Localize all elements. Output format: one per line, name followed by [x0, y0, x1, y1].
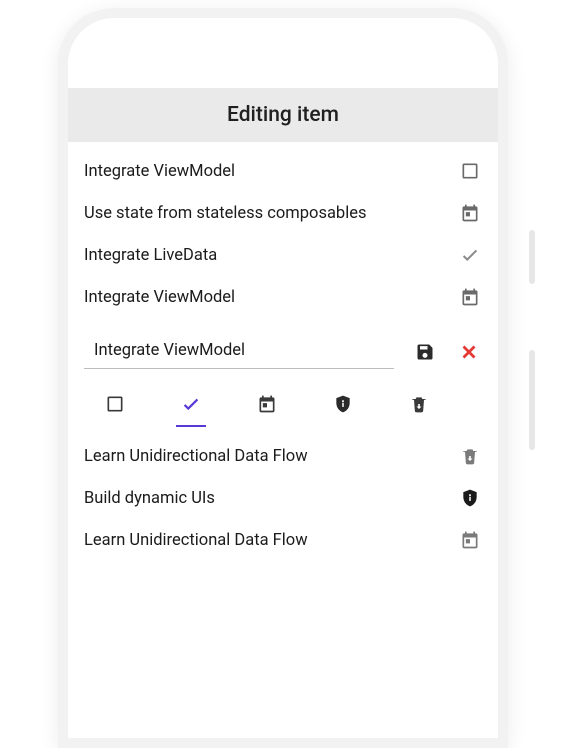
list-item[interactable]: Integrate ViewModel [68, 150, 498, 192]
list-item-label: Use state from stateless composables [84, 204, 458, 223]
shield-info-icon [333, 394, 353, 414]
app-header: Editing item [68, 88, 498, 142]
toolbar-check[interactable] [174, 387, 208, 421]
close-icon [458, 341, 480, 363]
list-item-label: Learn Unidirectional Data Flow [84, 447, 458, 466]
trash-restore-icon [409, 394, 429, 414]
phone-frame: Editing item Integrate ViewModel Use sta… [58, 8, 508, 748]
list-item[interactable]: Integrate LiveData [68, 234, 498, 276]
edit-input[interactable] [94, 341, 390, 360]
toolbar-square[interactable] [98, 387, 132, 421]
list-item[interactable]: Integrate ViewModel [68, 276, 498, 318]
list-item[interactable]: Learn Unidirectional Data Flow [68, 519, 498, 561]
toolbar-event[interactable] [250, 387, 284, 421]
list-item[interactable]: Learn Unidirectional Data Flow [68, 435, 498, 477]
floppy-save-icon [415, 342, 435, 362]
list-item-label: Integrate ViewModel [84, 288, 458, 307]
phone-side-button [529, 230, 535, 284]
calendar-event-icon [257, 394, 277, 414]
list-item[interactable]: Build dynamic UIs [68, 477, 498, 519]
check-icon [458, 243, 482, 267]
shield-info-icon [458, 486, 482, 510]
list-item-label: Build dynamic UIs [84, 489, 458, 508]
calendar-event-icon [458, 201, 482, 225]
cancel-button[interactable] [456, 339, 482, 365]
list-item-label: Integrate ViewModel [84, 162, 458, 181]
page-title: Editing item [227, 103, 339, 127]
calendar-event-icon [458, 528, 482, 552]
square-icon [105, 394, 125, 414]
content: Integrate ViewModel Use state from state… [68, 142, 498, 569]
toolbar-trash[interactable] [402, 387, 436, 421]
trash-restore-icon [458, 444, 482, 468]
edit-section [68, 318, 498, 435]
save-button[interactable] [412, 339, 438, 365]
check-icon [180, 393, 202, 415]
list-item-label: Learn Unidirectional Data Flow [84, 531, 458, 550]
screen: Editing item Integrate ViewModel Use sta… [68, 18, 498, 738]
calendar-event-icon [458, 285, 482, 309]
icon-toolbar [84, 369, 482, 431]
toolbar-shield[interactable] [326, 387, 360, 421]
edit-row [84, 334, 482, 369]
list-item[interactable]: Use state from stateless composables [68, 192, 498, 234]
list-item-label: Integrate LiveData [84, 246, 458, 265]
edit-input-wrap [84, 334, 394, 369]
phone-side-button [529, 350, 535, 450]
square-icon [458, 159, 482, 183]
